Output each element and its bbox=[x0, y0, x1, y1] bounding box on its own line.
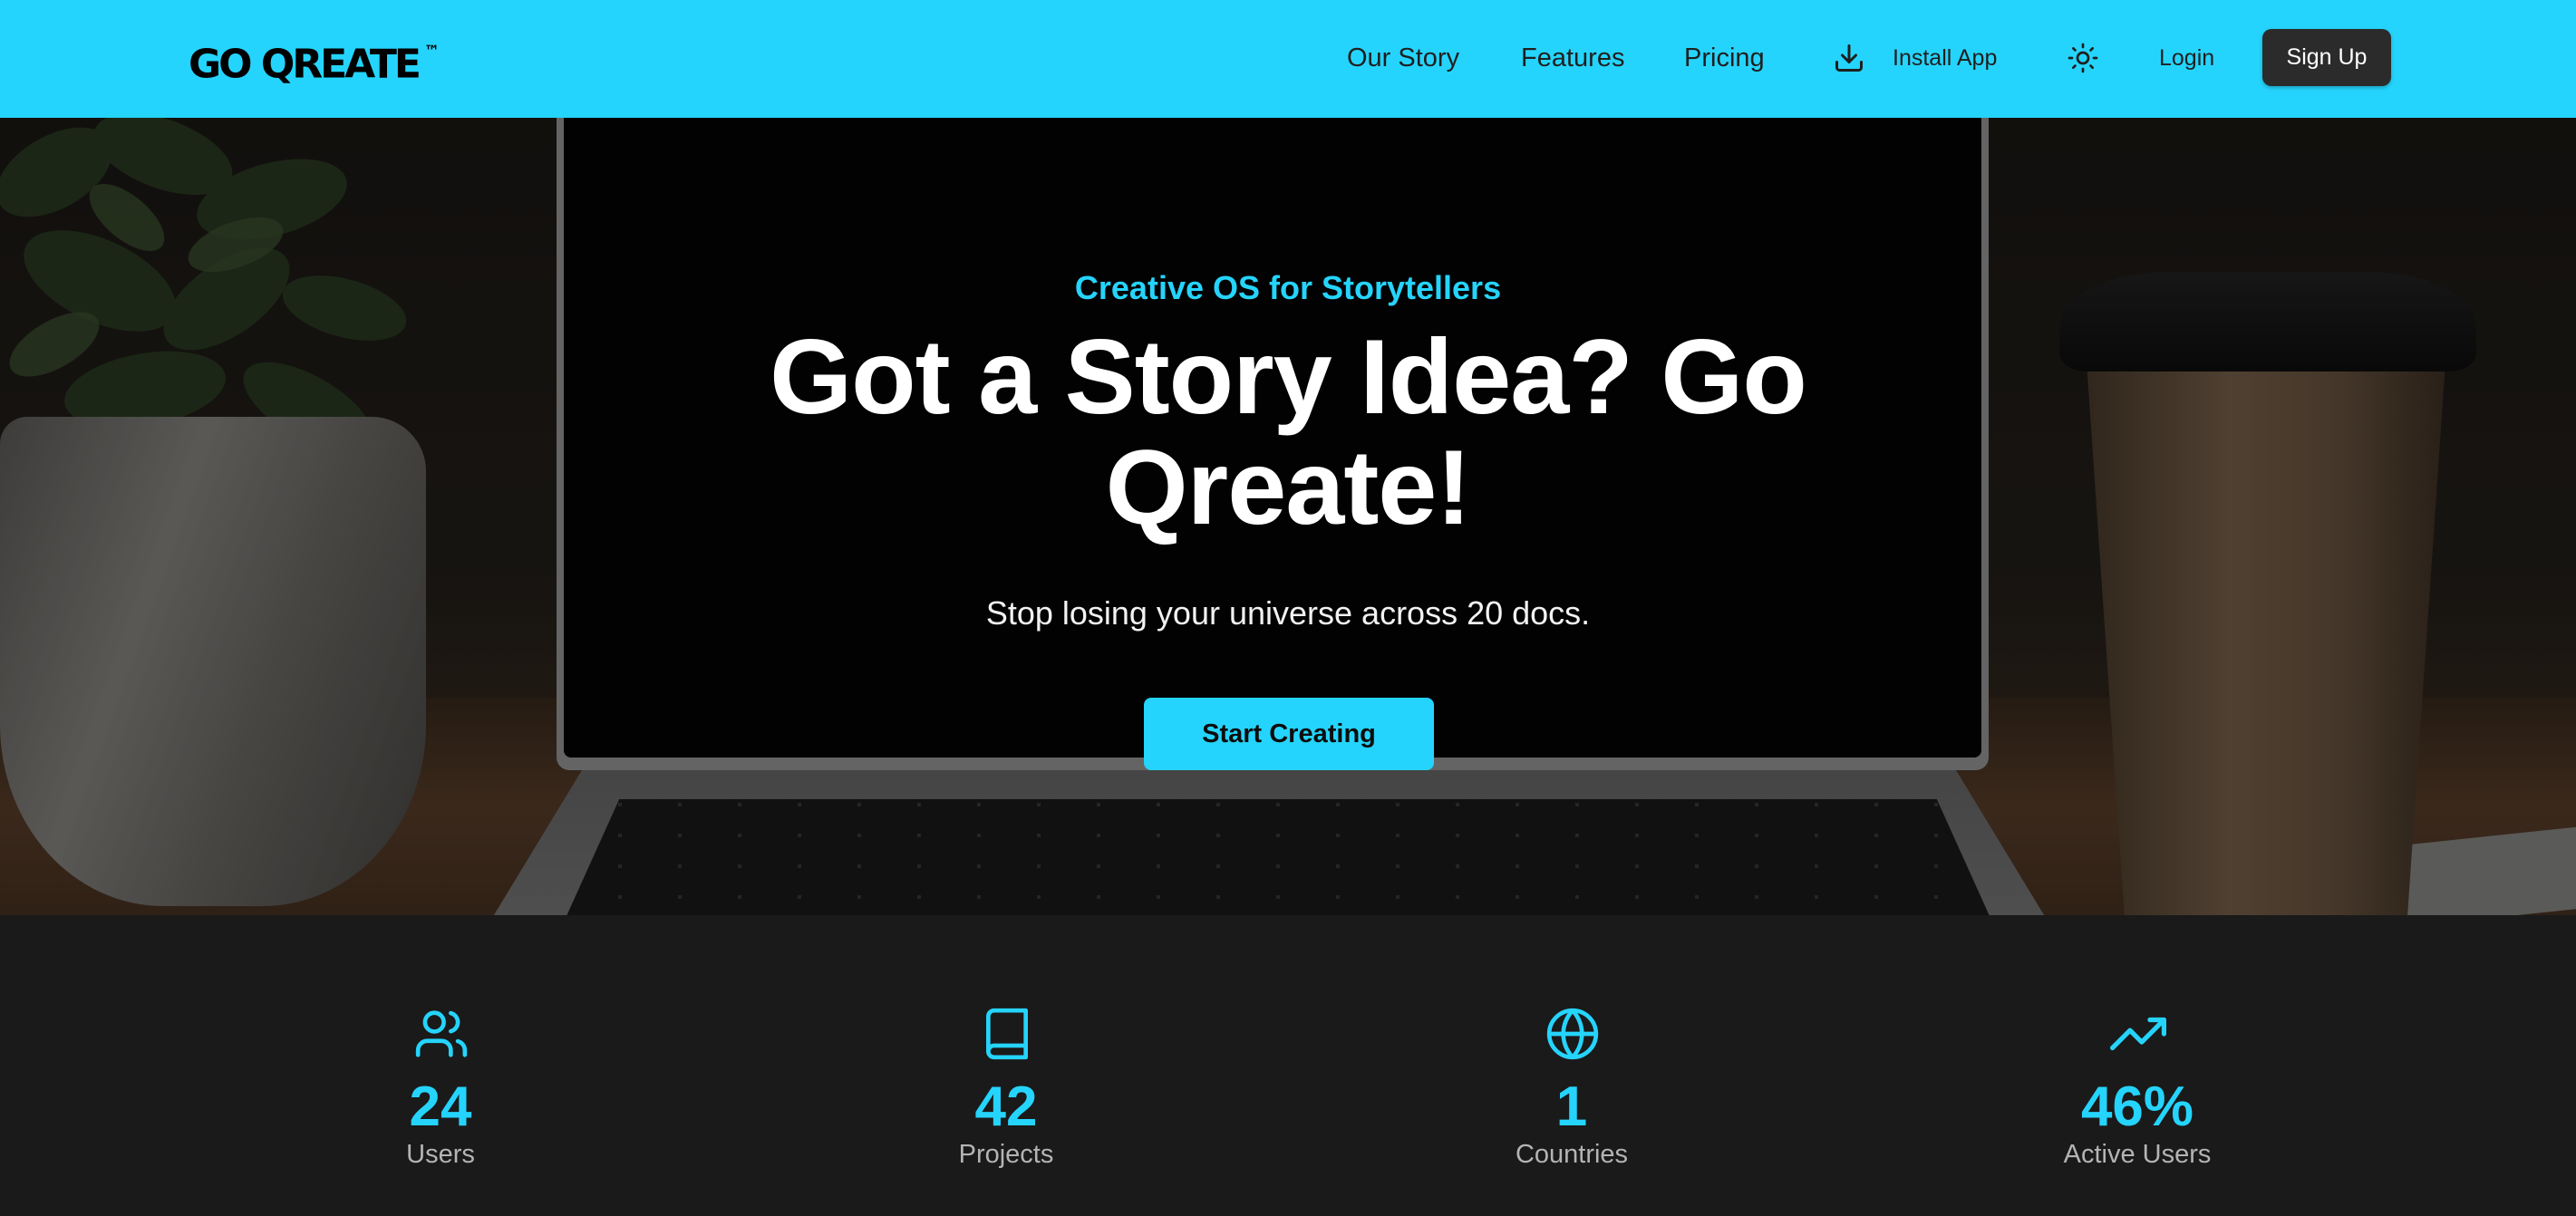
brand-name: GO QREATE bbox=[189, 41, 421, 88]
globe-icon bbox=[1546, 1008, 1599, 1060]
trademark-mark: ™ bbox=[423, 43, 440, 61]
install-app-label: Install App bbox=[1893, 45, 1998, 71]
hero-headline: Got a Story Idea? Go Qreate! bbox=[770, 317, 1807, 546]
stat-active-users: 46% Active Users bbox=[1956, 915, 2319, 1216]
signup-button[interactable]: Sign Up bbox=[2262, 29, 2391, 86]
nav-link-features[interactable]: Features bbox=[1521, 40, 1624, 76]
login-link[interactable]: Login bbox=[2159, 40, 2214, 76]
stat-label: Projects bbox=[958, 1140, 1054, 1169]
stat-label: Active Users bbox=[2063, 1140, 2212, 1169]
hero-content: Creative OS for Storytellers Got a Story… bbox=[0, 118, 2576, 915]
install-app-button[interactable]: Install App bbox=[1833, 40, 1997, 76]
nav-link-pricing[interactable]: Pricing bbox=[1684, 40, 1765, 76]
hero-section: Creative OS for Storytellers Got a Story… bbox=[0, 118, 2576, 915]
brand-logo[interactable]: GO QREATE ™ bbox=[189, 36, 440, 88]
stat-projects: 42 Projects bbox=[825, 915, 1187, 1216]
theme-toggle-button[interactable] bbox=[2067, 42, 2099, 74]
users-icon bbox=[415, 1010, 468, 1057]
start-creating-button[interactable]: Start Creating bbox=[1144, 698, 1434, 770]
sun-icon bbox=[2068, 43, 2098, 73]
stat-label: Users bbox=[406, 1140, 475, 1169]
stat-value: 1 bbox=[1555, 1076, 1588, 1138]
stat-value: 46% bbox=[2080, 1076, 2194, 1138]
navbar: GO QREATE ™ Our Story Features Pricing In… bbox=[0, 0, 2576, 118]
hero-subline: Stop losing your universe across 20 docs… bbox=[985, 594, 1591, 632]
stat-users: 24 Users bbox=[259, 915, 622, 1216]
download-icon bbox=[1835, 44, 1863, 72]
stats-section: 24 Users 42 Projects 1 Countries 46% Act… bbox=[0, 915, 2576, 1216]
nav-link-our-story[interactable]: Our Story bbox=[1347, 40, 1459, 76]
stat-countries: 1 Countries bbox=[1390, 915, 1753, 1216]
hero-eyebrow: Creative OS for Storytellers bbox=[1074, 269, 1502, 306]
stat-value: 42 bbox=[974, 1076, 1038, 1138]
stat-label: Countries bbox=[1515, 1140, 1629, 1169]
stat-value: 24 bbox=[409, 1076, 472, 1138]
trending-up-icon bbox=[2110, 1017, 2166, 1051]
book-icon bbox=[986, 1008, 1028, 1060]
